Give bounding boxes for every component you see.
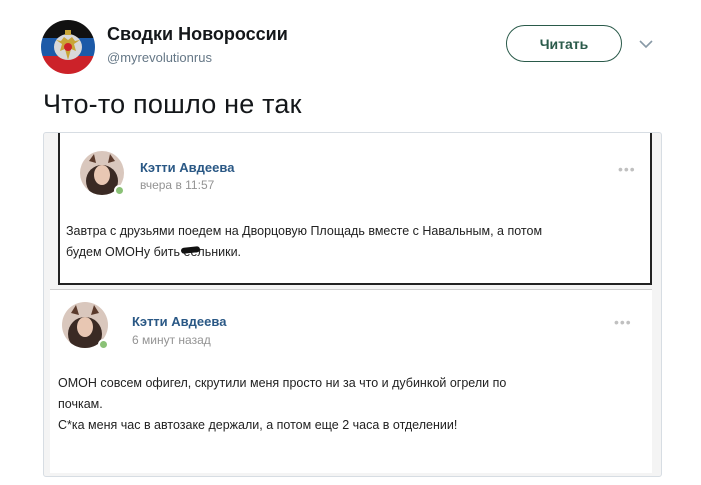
more-dots-icon[interactable]: ••• [614, 314, 632, 330]
author-avatar[interactable] [41, 20, 95, 74]
post-text: Завтра с друзьями поедем на Дворцовую Пл… [66, 221, 646, 263]
post-text-line: почкам. [58, 397, 103, 411]
redacted-text: ее [184, 242, 198, 263]
follow-button[interactable]: Читать [506, 25, 622, 62]
post-author[interactable]: Кэтти Авдеева [140, 160, 234, 175]
tweet-header: Сводки Новороссии @myrevolutionrus Читат… [0, 0, 701, 90]
vk-post: Кэтти Авдеева 6 минут назад ••• ОМОН сов… [50, 289, 652, 473]
online-indicator-icon [98, 339, 109, 350]
post-text-part: будем ОМОНу бить [66, 245, 184, 259]
post-text-line: Завтра с друзьями поедем на Дворцовую Пл… [66, 224, 543, 238]
double-headed-eagle-icon [41, 20, 95, 74]
tweet-text: Что-то пошло не так [43, 89, 302, 119]
post-time[interactable]: 6 минут назад [132, 333, 211, 347]
post-text-line: ОМОН совсем офигел, скрутили меня просто… [58, 376, 507, 390]
post-text-part: льники. [197, 245, 242, 259]
more-dots-icon[interactable]: ••• [618, 161, 636, 177]
online-indicator-icon [114, 185, 125, 196]
post-author[interactable]: Кэтти Авдеева [132, 314, 226, 329]
chevron-down-icon[interactable] [636, 34, 656, 54]
post-text: ОМОН совсем офигел, скрутили меня просто… [58, 373, 638, 436]
post-text-line: будем ОМОНу бить еельники. [66, 242, 646, 263]
author-handle[interactable]: @myrevolutionrus [107, 50, 212, 65]
attached-screenshot[interactable]: Кэтти Авдеева вчера в 11:57 ••• Завтра с… [43, 132, 662, 477]
vk-post: Кэтти Авдеева вчера в 11:57 ••• Завтра с… [58, 133, 652, 285]
author-name[interactable]: Сводки Новороссии [107, 24, 288, 45]
post-time[interactable]: вчера в 11:57 [140, 178, 214, 192]
post-text-line: С*ка меня час в автозаке держали, а пото… [58, 418, 458, 432]
